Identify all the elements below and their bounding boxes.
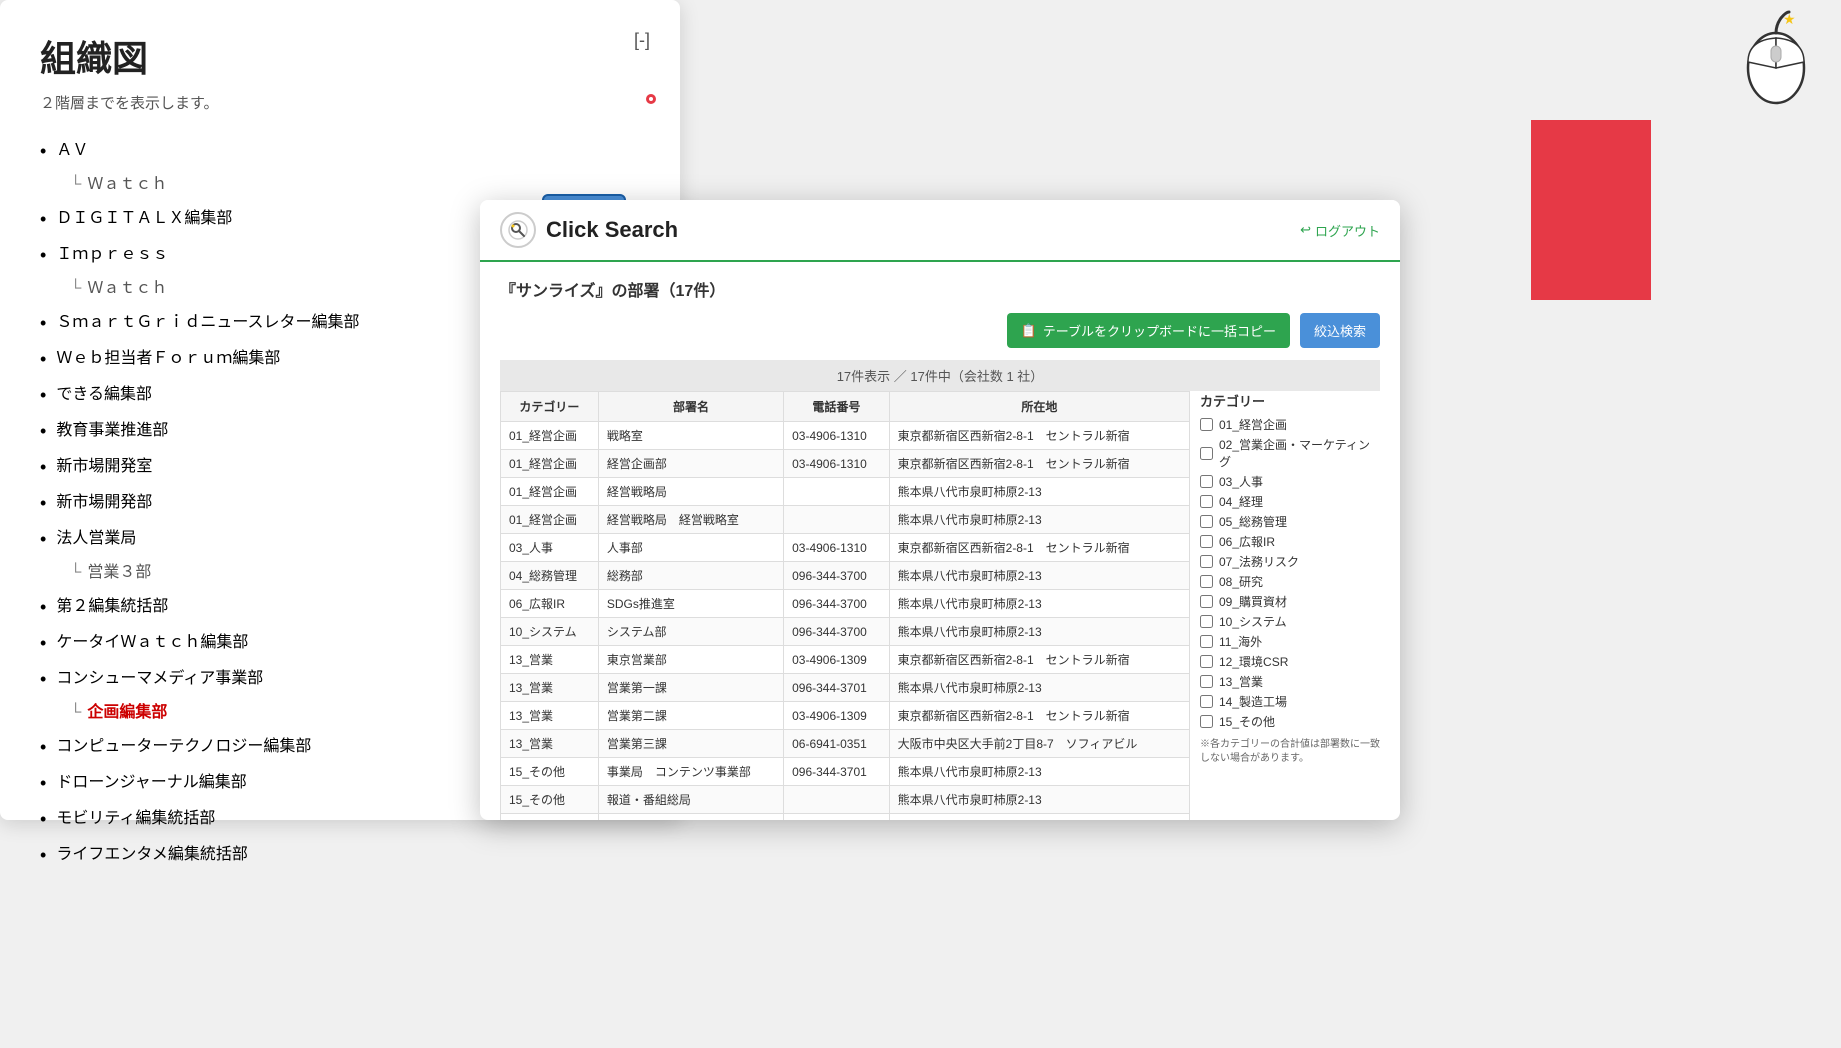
action-bar: 📋 テーブルをクリップボードに一括コピー 絞込検索 xyxy=(500,313,1380,348)
category-checkbox[interactable] xyxy=(1200,555,1213,568)
category-checkbox[interactable] xyxy=(1200,535,1213,548)
dept-button-container: 🔗 部署一覧ページへ xyxy=(646,94,656,104)
dept-button-highlight: 🔗 部署一覧ページへ xyxy=(646,94,656,104)
category-checkbox[interactable] xyxy=(1200,695,1213,708)
category-list: 01_経営企画 02_営業企画・マーケティング 03_人事 04_経理 05_総務管理 0… xyxy=(1200,416,1380,730)
col-header-address: 所在地 xyxy=(889,392,1189,422)
category-item[interactable]: 15_その他 xyxy=(1200,713,1380,730)
table-row: 13_営業東京営業部03-4906-1309東京都新宿区西新宿2-8-1 セント… xyxy=(501,646,1190,674)
category-panel-title: カテゴリー xyxy=(1200,391,1380,410)
category-item[interactable]: 14_製造工場 xyxy=(1200,693,1380,710)
table-row: 01_経営企画経営企画部03-4906-1310東京都新宿区西新宿2-8-1 セ… xyxy=(501,450,1190,478)
table-row: 04_総務管理総務部096-344-3700熊本県八代市泉町柿原2-13 xyxy=(501,562,1190,590)
table-area[interactable]: カテゴリー 部署名 電話番号 所在地 01_経営企画戦略室03-4906-131… xyxy=(500,391,1190,820)
table-row: 10_システムシステム部096-344-3700熊本県八代市泉町柿原2-13 xyxy=(501,618,1190,646)
category-item[interactable]: 13_営業 xyxy=(1200,673,1380,690)
list-item: ライフエンタメ編集統括部 xyxy=(40,837,640,873)
red-arrow-indicator xyxy=(1531,120,1651,305)
category-checkbox[interactable] xyxy=(1200,495,1213,508)
category-item[interactable]: 05_総務管理 xyxy=(1200,513,1380,530)
category-checkbox[interactable] xyxy=(1200,515,1213,528)
search-panel: Click Search ↩ ログアウト 『サンライズ』の部署（17件） 📋 テ… xyxy=(480,200,1400,820)
category-item[interactable]: 07_法務リスク xyxy=(1200,553,1380,570)
table-row: 01_経営企画経営戦略局 経営戦略室熊本県八代市泉町柿原2-13 xyxy=(501,506,1190,534)
category-item[interactable]: 09_購買資材 xyxy=(1200,593,1380,610)
svg-text:★: ★ xyxy=(1783,11,1796,27)
table-row: 15_その他報道・番組総局熊本県八代市泉町柿原2-13 xyxy=(501,786,1190,814)
app-name-label: Click Search xyxy=(546,217,678,243)
category-item[interactable]: 06_広報IR xyxy=(1200,533,1380,550)
main-area: カテゴリー 部署名 電話番号 所在地 01_経営企画戦略室03-4906-131… xyxy=(500,391,1380,820)
org-subtitle: ２階層までを表示します。 xyxy=(40,92,640,113)
copy-table-button[interactable]: 📋 テーブルをクリップボードに一括コピー xyxy=(1007,313,1290,348)
category-checkbox[interactable] xyxy=(1200,635,1213,648)
search-content: 『サンライズ』の部署（17件） 📋 テーブルをクリップボードに一括コピー 絞込検… xyxy=(480,262,1400,820)
logout-icon: ↩ xyxy=(1300,222,1311,238)
logout-button[interactable]: ↩ ログアウト xyxy=(1300,221,1380,240)
category-item[interactable]: 08_研究 xyxy=(1200,573,1380,590)
org-title: 組織図 xyxy=(40,30,640,82)
category-item[interactable]: 03_人事 xyxy=(1200,473,1380,490)
category-checkbox[interactable] xyxy=(1200,715,1213,728)
category-panel: カテゴリー 01_経営企画 02_営業企画・マーケティング 03_人事 04_経理 05… xyxy=(1200,391,1380,820)
category-item[interactable]: 10_システム xyxy=(1200,613,1380,630)
category-checkbox[interactable] xyxy=(1200,595,1213,608)
table-row: 03_人事人事部03-4906-1310東京都新宿区西新宿2-8-1 セントラル… xyxy=(501,534,1190,562)
category-item[interactable]: 02_営業企画・マーケティング xyxy=(1200,436,1380,470)
category-checkbox[interactable] xyxy=(1200,655,1213,668)
table-row: 13_営業営業第二課03-4906-1309東京都新宿区西新宿2-8-1 セント… xyxy=(501,702,1190,730)
table-row: 06_広報IRSDGs推進室096-344-3700熊本県八代市泉町柿原2-13 xyxy=(501,590,1190,618)
category-checkbox[interactable] xyxy=(1200,447,1213,460)
category-item[interactable]: 11_海外 xyxy=(1200,633,1380,650)
results-table: カテゴリー 部署名 電話番号 所在地 01_経営企画戦略室03-4906-131… xyxy=(500,391,1190,820)
table-row: 15_その他事業局 コンテンツ事業部096-344-3701熊本県八代市泉町柿原… xyxy=(501,758,1190,786)
category-checkbox[interactable] xyxy=(1200,475,1213,488)
mouse-icon: ★ xyxy=(1731,10,1831,110)
table-row: 13_営業営業第一課096-344-3701熊本県八代市泉町柿原2-13 xyxy=(501,674,1190,702)
category-item[interactable]: 04_経理 xyxy=(1200,493,1380,510)
search-logo: Click Search xyxy=(500,212,678,248)
category-note: ※各カテゴリーの合計値は部署数に一致しない場合があります。 xyxy=(1200,738,1380,766)
search-header: Click Search ↩ ログアウト xyxy=(480,200,1400,262)
filter-search-button[interactable]: 絞込検索 xyxy=(1300,313,1380,348)
count-bar: 17件表示 ／ 17件中（会社数 1 社） xyxy=(500,360,1380,391)
col-header-category: カテゴリー xyxy=(501,392,599,422)
col-header-dept: 部署名 xyxy=(598,392,783,422)
category-item[interactable]: 01_経営企画 xyxy=(1200,416,1380,433)
table-row: 13_営業営業第三課06-6941-0351大阪市中央区大手前2丁目8-7 ソフ… xyxy=(501,730,1190,758)
category-checkbox[interactable] xyxy=(1200,675,1213,688)
col-header-phone: 電話番号 xyxy=(784,392,890,422)
table-row: 01_経営企画戦略室03-4906-1310東京都新宿区西新宿2-8-1 セント… xyxy=(501,422,1190,450)
category-checkbox[interactable] xyxy=(1200,615,1213,628)
list-item: ＡＶ xyxy=(40,133,640,169)
result-title: 『サンライズ』の部署（17件） xyxy=(500,277,1380,301)
copy-icon: 📋 xyxy=(1021,323,1037,339)
table-row: 01_経営企画経営戦略局熊本県八代市泉町柿原2-13 xyxy=(501,478,1190,506)
table-row: 15_その他報道・制作部096-344-3701熊本県八代市泉町柿原2-13 xyxy=(501,814,1190,821)
category-checkbox[interactable] xyxy=(1200,418,1213,431)
minimize-button[interactable]: [-] xyxy=(634,30,650,51)
category-checkbox[interactable] xyxy=(1200,575,1213,588)
search-logo-icon xyxy=(500,212,536,248)
category-item[interactable]: 12_環境CSR xyxy=(1200,653,1380,670)
